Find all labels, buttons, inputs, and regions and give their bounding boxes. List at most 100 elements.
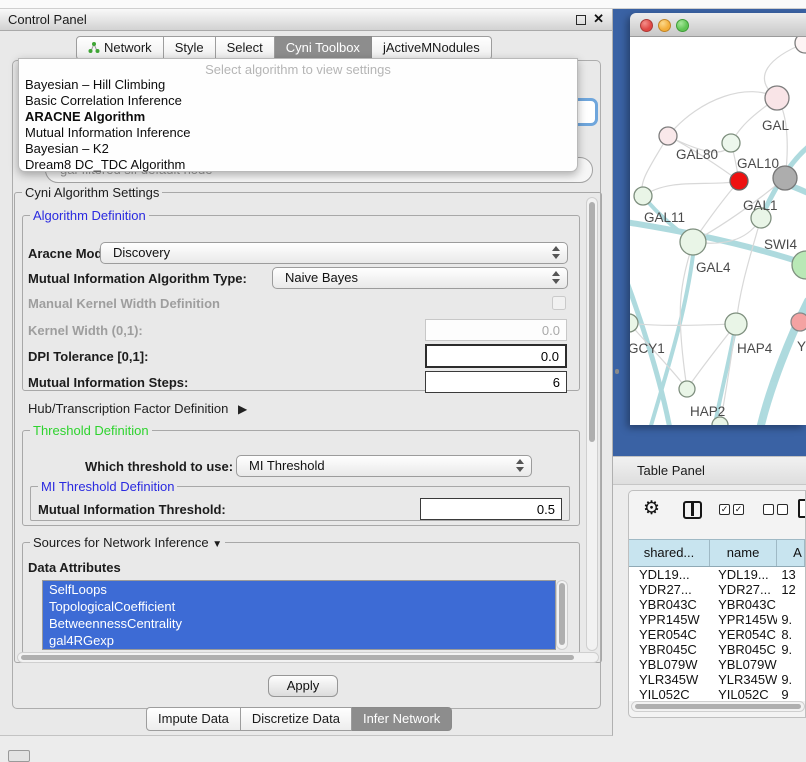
- table-row[interactable]: YPR145WYPR145W9.: [629, 612, 805, 627]
- node-hap2[interactable]: [679, 381, 695, 397]
- zoom-traffic-icon[interactable]: [676, 19, 689, 32]
- table-horizontal-scrollbar[interactable]: [631, 701, 805, 712]
- close-traffic-icon[interactable]: [640, 19, 653, 32]
- network-window-titlebar[interactable]: [630, 13, 806, 37]
- list-item-topologicalcoefficient[interactable]: TopologicalCoefficient: [43, 598, 555, 615]
- tab-cyni-toolbox[interactable]: Cyni Toolbox: [275, 36, 372, 60]
- table-row[interactable]: YLR345WYLR345W9.: [629, 672, 805, 687]
- control-panel: Control Panel ✕ NetworkStyleSelectCyni T…: [0, 9, 613, 736]
- stepper-arrows-icon: [516, 459, 524, 475]
- list-item-betweennesscentrality[interactable]: BetweennessCentrality: [43, 615, 555, 632]
- cell-name: YLR345W: [710, 672, 777, 687]
- columns-icon[interactable]: [683, 501, 702, 519]
- sources-title[interactable]: Sources for Network Inference ▼: [30, 535, 225, 550]
- node-gal11[interactable]: [634, 187, 652, 205]
- settings-vertical-scrollbar[interactable]: [586, 197, 598, 651]
- column-header-partial[interactable]: A: [777, 540, 805, 566]
- threshold-definition-title: Threshold Definition: [30, 423, 152, 438]
- node-unlabeled-top[interactable]: [795, 37, 806, 53]
- algorithm-dropdown-list: Select algorithm to view settings Bayesi…: [18, 58, 578, 172]
- cell-value: 9: [777, 687, 805, 701]
- table-row[interactable]: YIL052CYIL052C9: [629, 687, 805, 701]
- control-panel-titlebar: Control Panel ✕: [0, 9, 612, 31]
- table-panel: ⚙ ✓ ✓ shared... name A YDL19...YDL19...1…: [628, 490, 806, 718]
- node-gal7[interactable]: [765, 86, 789, 110]
- data-attributes-label: Data Attributes: [28, 560, 121, 575]
- table-row[interactable]: YDR27...YDR27...12: [629, 582, 805, 597]
- node-gal80[interactable]: [659, 127, 677, 145]
- list-item-gal4rgexp[interactable]: gal4RGexp: [43, 632, 555, 649]
- node-gal10[interactable]: [722, 134, 740, 152]
- control-panel-title: Control Panel: [8, 12, 87, 27]
- node-hap4[interactable]: [725, 313, 747, 335]
- list-scrollbar[interactable]: [556, 580, 568, 650]
- top-strip: [0, 0, 806, 9]
- table-row[interactable]: YDL19...YDL19...13: [629, 567, 805, 582]
- kernel-width-input[interactable]: [425, 319, 567, 341]
- tab-impute-data[interactable]: Impute Data: [146, 707, 241, 731]
- apply-button[interactable]: Apply: [268, 675, 338, 697]
- gear-icon[interactable]: ⚙: [643, 499, 660, 519]
- network-canvas[interactable]: GAL GAL80 GAL10 GAL1 GAL11 SWI4 GAL4 GCY…: [630, 37, 806, 425]
- cell-value: [777, 597, 805, 612]
- document-icon[interactable]: [798, 499, 806, 518]
- table-panel-title: Table Panel: [637, 463, 705, 478]
- minimize-traffic-icon[interactable]: [658, 19, 671, 32]
- checkbox-checked-icon[interactable]: ✓: [733, 504, 744, 515]
- stepper-arrows-icon: [552, 246, 560, 262]
- column-header-name[interactable]: name: [710, 540, 777, 566]
- settings-horizontal-scrollbar[interactable]: [17, 652, 599, 663]
- network-icon: [88, 41, 100, 52]
- node-green-right[interactable]: [792, 251, 806, 279]
- cell-value: [777, 657, 805, 672]
- checkbox-unchecked-icon[interactable]: [763, 504, 774, 515]
- table-row[interactable]: YBR043CYBR043C: [629, 597, 805, 612]
- node-y[interactable]: [791, 313, 806, 331]
- split-pane-handle[interactable]: [615, 369, 619, 374]
- cell-shared: YBR043C: [629, 597, 710, 612]
- mi-threshold-input[interactable]: [420, 498, 562, 520]
- mi-type-combobox[interactable]: Naive Bayes: [272, 267, 568, 289]
- checkbox-unchecked-icon[interactable]: [777, 504, 788, 515]
- cell-name: YBL079W: [710, 657, 777, 672]
- dropdown-item-bayesian-hill[interactable]: Bayesian – Hill Climbing: [23, 77, 573, 93]
- dpi-tolerance-input[interactable]: [425, 344, 567, 368]
- node-label: GAL1: [743, 198, 778, 213]
- tab-discretize-data[interactable]: Discretize Data: [241, 707, 352, 731]
- aracne-mode-combobox[interactable]: Discovery: [100, 242, 568, 264]
- checkbox-checked-icon[interactable]: ✓: [719, 504, 730, 515]
- float-window-icon[interactable]: [576, 15, 586, 25]
- collapse-down-icon: ▼: [212, 539, 222, 550]
- mi-steps-label: Mutual Information Steps:: [28, 375, 188, 390]
- dropdown-item-aracne[interactable]: ARACNE Algorithm: [23, 109, 573, 125]
- mi-steps-input[interactable]: [425, 371, 567, 393]
- dpi-tolerance-label: DPI Tolerance [0,1]:: [28, 349, 148, 364]
- close-icon[interactable]: ✕: [593, 11, 604, 27]
- tab-style[interactable]: Style: [164, 36, 216, 60]
- dropdown-item-basic-correlation[interactable]: Basic Correlation Inference: [23, 93, 573, 109]
- tab-select[interactable]: Select: [216, 36, 275, 60]
- tab-jactivemnodules[interactable]: jActiveMNodules: [372, 36, 492, 60]
- dropdown-item-mutual-information[interactable]: Mutual Information Inference: [23, 125, 573, 141]
- tab-network[interactable]: Network: [76, 36, 164, 60]
- table-row[interactable]: YBR045CYBR045C9.: [629, 642, 805, 657]
- node-gal4[interactable]: [680, 229, 706, 255]
- hub-definition-toggle[interactable]: Hub/Transcription Factor Definition ▶: [28, 401, 247, 416]
- dropdown-item-bayesian-k2[interactable]: Bayesian – K2: [23, 141, 573, 157]
- cell-shared: YER054C: [629, 627, 710, 642]
- column-header-shared[interactable]: shared...: [629, 540, 710, 566]
- manual-kernel-checkbox[interactable]: [552, 296, 566, 310]
- bottom-left-partial-button[interactable]: [8, 750, 30, 762]
- node-red[interactable]: [730, 172, 748, 190]
- table-panel-titlebar: Table Panel: [613, 456, 806, 485]
- dropdown-item-dream8[interactable]: Dream8 DC_TDC Algorithm: [23, 157, 573, 173]
- settings-group-title: Cyni Algorithm Settings: [22, 185, 162, 200]
- table-row[interactable]: YBL079WYBL079W: [629, 657, 805, 672]
- aracne-mode-value: Discovery: [113, 245, 170, 260]
- tab-infer-network[interactable]: Infer Network: [352, 707, 452, 731]
- hub-definition-label: Hub/Transcription Factor Definition: [28, 401, 228, 416]
- which-threshold-combobox[interactable]: MI Threshold: [236, 455, 532, 477]
- algorithm-definition-title: Algorithm Definition: [30, 208, 149, 223]
- table-row[interactable]: YER054CYER054C8.: [629, 627, 805, 642]
- list-item-selfloops[interactable]: SelfLoops: [43, 581, 555, 598]
